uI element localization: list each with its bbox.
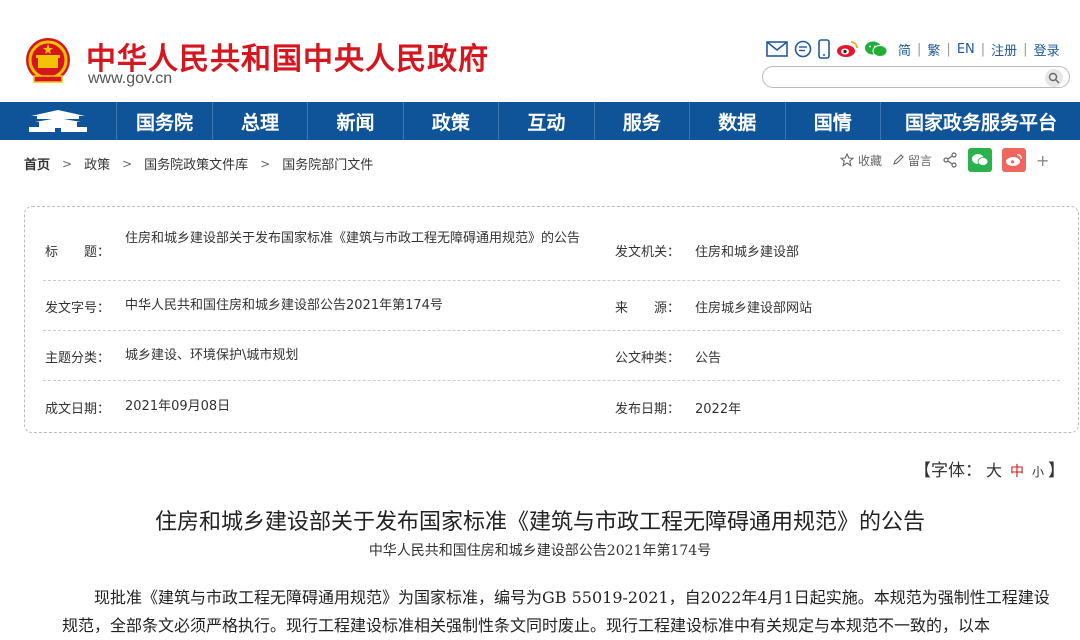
mail-icon[interactable] (766, 39, 788, 59)
chevron-right-icon: > (122, 156, 133, 171)
breadcrumb-department-docs[interactable]: 国务院部门文件 (282, 154, 373, 173)
nav-item-premier[interactable]: 总理 (213, 102, 309, 140)
written-date-value: 2021年09月08日 (125, 399, 231, 414)
published-date-value: 2022年 (695, 402, 742, 417)
share-toolbar: 收藏 留言 + (840, 148, 1049, 172)
info-row-title: 标 题： 住房和城乡建设部关于发布国家标准《建筑与市政工程无障碍通用规范》的公告… (43, 215, 1060, 281)
chevron-right-icon: > (62, 156, 73, 171)
main-nav: 国务院 总理 新闻 政策 互动 服务 数据 国情 国家政务服务平台 (0, 102, 1080, 140)
weibo-share-button[interactable] (1002, 148, 1027, 172)
top-toolbar: 简 | 繁 | EN | 注册 | 登录 (766, 38, 1060, 60)
title-label: 标 题： (45, 245, 111, 260)
nav-item-gov-service-platform[interactable]: 国家政务服务平台 (881, 102, 1080, 140)
docno-value: 中华人民共和国住房和城乡建设部公告2021年第174号 (125, 298, 443, 313)
message-icon[interactable] (794, 39, 812, 59)
weibo-icon (1006, 153, 1023, 166)
wechat-icon (972, 154, 989, 166)
chevron-right-icon: > (260, 156, 271, 171)
search-bar (762, 66, 1070, 88)
nav-item-news[interactable]: 新闻 (308, 102, 404, 140)
nav-item-interaction[interactable]: 互动 (499, 102, 595, 140)
font-size-switcher: 【字体：大中小】 (914, 461, 1066, 481)
share-icon (943, 152, 957, 168)
font-size-medium[interactable]: 中 (1010, 464, 1024, 480)
search-button[interactable] (1045, 69, 1063, 87)
link-simplified[interactable]: 简 (898, 40, 911, 59)
nav-item-state-council[interactable]: 国务院 (117, 102, 213, 140)
font-size-large[interactable]: 大 (986, 461, 1002, 480)
document-info-table: 标 题： 住房和城乡建设部关于发布国家标准《建筑与市政工程无障碍通用规范》的公告… (24, 206, 1079, 433)
breadcrumb-policy[interactable]: 政策 (84, 154, 110, 173)
favorite-button[interactable]: 收藏 (840, 152, 882, 169)
source-label: 来 源： (615, 301, 681, 316)
breadcrumb-policy-library[interactable]: 国务院政策文件库 (144, 154, 248, 173)
more-share-button[interactable]: + (1036, 151, 1049, 170)
article-title: 住房和城乡建设部关于发布国家标准《建筑与市政工程无障碍通用规范》的公告 (154, 510, 925, 535)
comment-button[interactable]: 留言 (892, 152, 932, 169)
doctype-value: 公告 (695, 351, 722, 366)
link-register[interactable]: 注册 (991, 40, 1017, 59)
nav-item-services[interactable]: 服务 (595, 102, 691, 140)
language-account-links: 简 | 繁 | EN | 注册 | 登录 (898, 40, 1060, 59)
article-subtitle: 中华人民共和国住房和城乡建设部公告2021年第174号 (368, 543, 712, 559)
docno-label: 发文字号： (45, 301, 111, 316)
star-icon (840, 153, 854, 167)
search-icon (1048, 72, 1060, 84)
source-value: 住房城乡建设部网站 (695, 301, 813, 316)
link-english[interactable]: EN (957, 42, 975, 57)
link-login[interactable]: 登录 (1034, 40, 1060, 59)
search-input[interactable] (773, 68, 1043, 88)
font-size-small[interactable]: 小 (1032, 465, 1044, 479)
topic-value: 城乡建设、环境保护\城市规划 (125, 348, 299, 363)
article-body: 现批准《建筑与市政工程无障碍通用规范》为国家标准，编号为GB 55019-202… (62, 588, 1050, 635)
site-url[interactable]: www.gov.cn (88, 70, 172, 88)
nav-item-data[interactable]: 数据 (690, 102, 786, 140)
link-traditional[interactable]: 繁 (927, 40, 940, 59)
tiananmen-icon[interactable] (0, 102, 118, 140)
wechat-icon[interactable] (864, 39, 888, 59)
published-date-label: 发布日期： (615, 402, 681, 417)
issuer-value: 住房和城乡建设部 (695, 245, 800, 260)
mobile-icon[interactable] (818, 39, 830, 59)
topic-label: 主题分类： (45, 351, 111, 366)
national-emblem-icon[interactable] (24, 36, 72, 86)
breadcrumb-home[interactable]: 首页 (24, 154, 50, 173)
weibo-icon[interactable] (836, 39, 858, 59)
written-date-label: 成文日期： (45, 402, 111, 417)
site-header: 中华人民共和国中央人民政府 www.gov.cn 简 | 繁 | EN | 注册… (0, 0, 1080, 102)
share-button[interactable] (942, 152, 958, 168)
nav-item-national-info[interactable]: 国情 (786, 102, 881, 140)
info-row-topic: 主题分类： 城乡建设、环境保护\城市规划 公文种类： 公告 (43, 331, 1060, 381)
pencil-icon (893, 154, 904, 165)
doctype-label: 公文种类： (615, 351, 681, 366)
breadcrumb: 首页 > 政策 > 国务院政策文件库 > 国务院部门文件 (24, 154, 373, 174)
title-value: 住房和城乡建设部关于发布国家标准《建筑与市政工程无障碍通用规范》的公告 (125, 231, 581, 246)
issuer-label: 发文机关： (615, 245, 681, 260)
nav-item-policy[interactable]: 政策 (404, 102, 500, 140)
wechat-share-button[interactable] (968, 148, 993, 172)
info-row-dates: 成文日期： 2021年09月08日 发布日期： 2022年 (43, 381, 1060, 431)
info-row-docno: 发文字号： 中华人民共和国住房和城乡建设部公告2021年第174号 来 源： 住… (43, 281, 1060, 331)
